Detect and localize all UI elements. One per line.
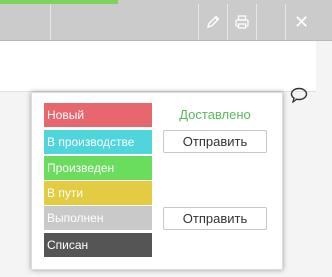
order-card (0, 41, 316, 92)
send-button[interactable]: Отправить (163, 207, 267, 230)
progress-bar (0, 0, 118, 4)
status-popup: Новый В производстве Произведен В пути В… (31, 92, 283, 270)
status-produced[interactable]: Произведен (44, 156, 152, 180)
print-button[interactable] (227, 4, 256, 40)
top-toolbar: ✕ (0, 0, 332, 41)
send-button[interactable]: Отправить (163, 130, 267, 153)
toolbar-divider (50, 4, 51, 40)
status-completed[interactable]: Выполнен (44, 206, 152, 230)
status-in-transit[interactable]: В пути (44, 181, 152, 205)
toolbar-divider (256, 4, 257, 40)
delivered-label: Доставлено (179, 107, 251, 122)
edit-button[interactable] (198, 4, 227, 40)
comment-icon[interactable] (290, 87, 308, 103)
status-in-production[interactable]: В производстве (44, 130, 152, 154)
printer-icon (234, 15, 249, 29)
status-written-off[interactable]: Списан (44, 233, 152, 257)
pencil-icon (206, 15, 219, 29)
status-new[interactable]: Новый (44, 103, 152, 127)
close-button[interactable]: ✕ (285, 4, 318, 40)
close-icon: ✕ (293, 11, 310, 32)
